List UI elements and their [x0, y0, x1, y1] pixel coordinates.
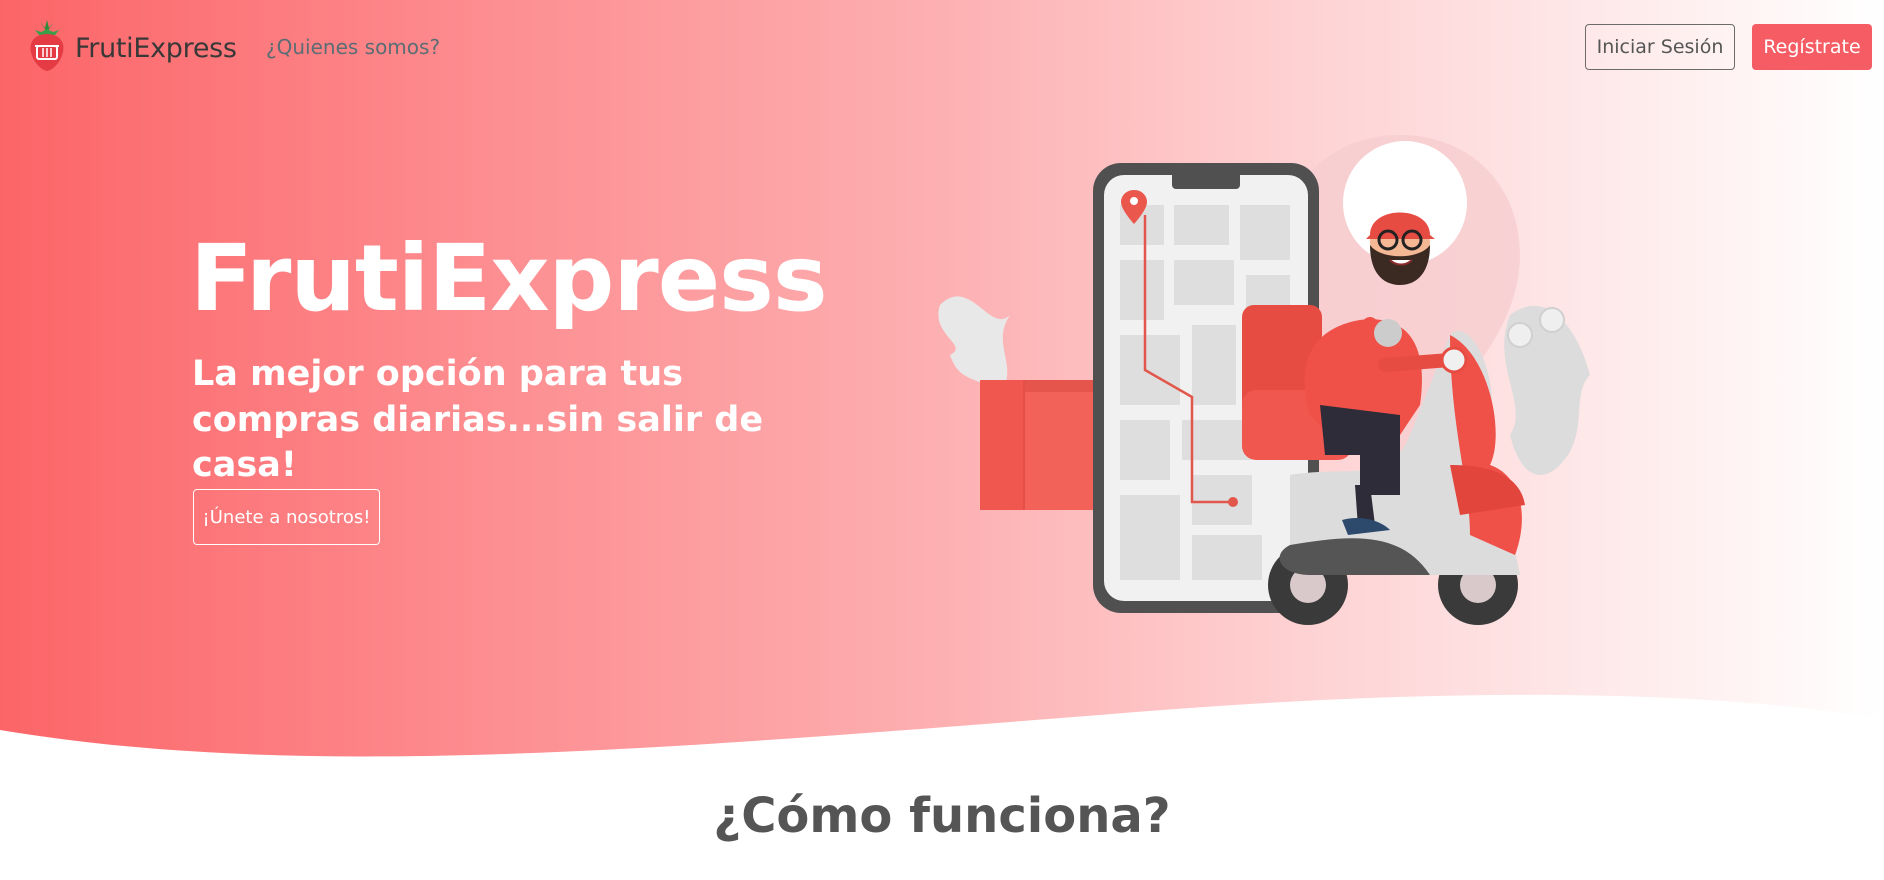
brand-logo-link[interactable]: FrutiExpress	[27, 20, 237, 76]
hero-title: FrutiExpress	[190, 225, 828, 332]
how-it-works-heading: ¿Cómo funciona?	[713, 788, 1171, 844]
register-button[interactable]: Regístrate	[1752, 24, 1872, 70]
nav-link-about[interactable]: ¿Quienes somos?	[266, 35, 440, 59]
strawberry-basket-icon	[27, 20, 67, 76]
join-us-button[interactable]: ¡Únete a nosotros!	[193, 489, 380, 545]
hero-subtitle: La mejor opción para tus compras diarias…	[192, 354, 764, 485]
hero-wave-divider	[0, 694, 1884, 880]
brand-name: FrutiExpress	[75, 32, 237, 64]
login-button[interactable]: Iniciar Sesión	[1585, 24, 1735, 70]
top-navbar: FrutiExpress ¿Quienes somos? Iniciar Ses…	[0, 0, 1884, 98]
delivery-illustration	[938, 135, 1590, 625]
